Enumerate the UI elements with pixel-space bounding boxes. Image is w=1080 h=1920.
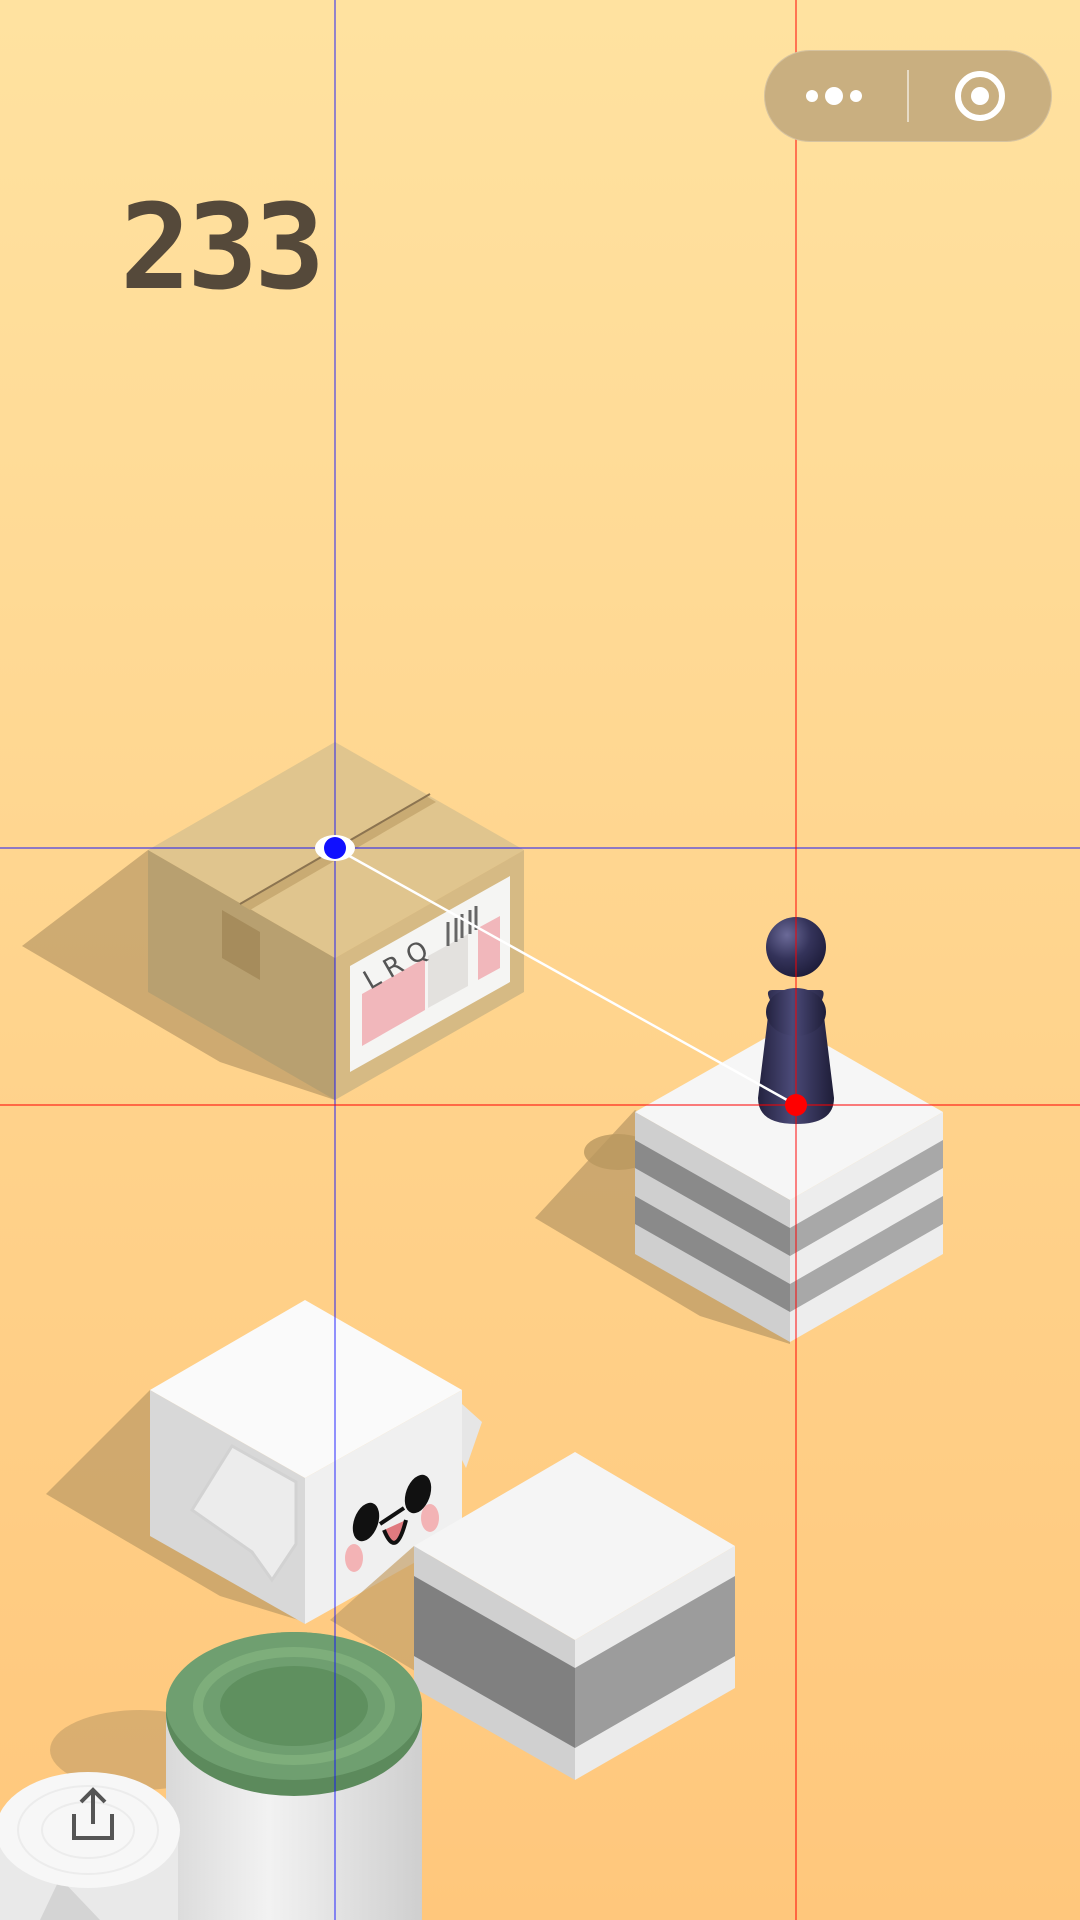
capsule-divider <box>907 70 909 122</box>
more-dots-icon <box>806 87 862 105</box>
score-value: 233 <box>120 178 321 316</box>
score-display: 233 <box>120 178 325 316</box>
cylinder-lid-center <box>220 1666 368 1746</box>
share-button[interactable] <box>60 1780 126 1846</box>
miniprogram-capsule <box>764 50 1052 142</box>
game-scene[interactable]: 233 L R Q <box>0 0 1080 1920</box>
target-circle-icon <box>955 71 1005 121</box>
more-button[interactable] <box>764 50 904 142</box>
target-marker-dot <box>324 837 346 859</box>
player-marker-dot <box>785 1094 807 1116</box>
close-button[interactable] <box>910 50 1050 142</box>
share-icon <box>72 1787 114 1840</box>
